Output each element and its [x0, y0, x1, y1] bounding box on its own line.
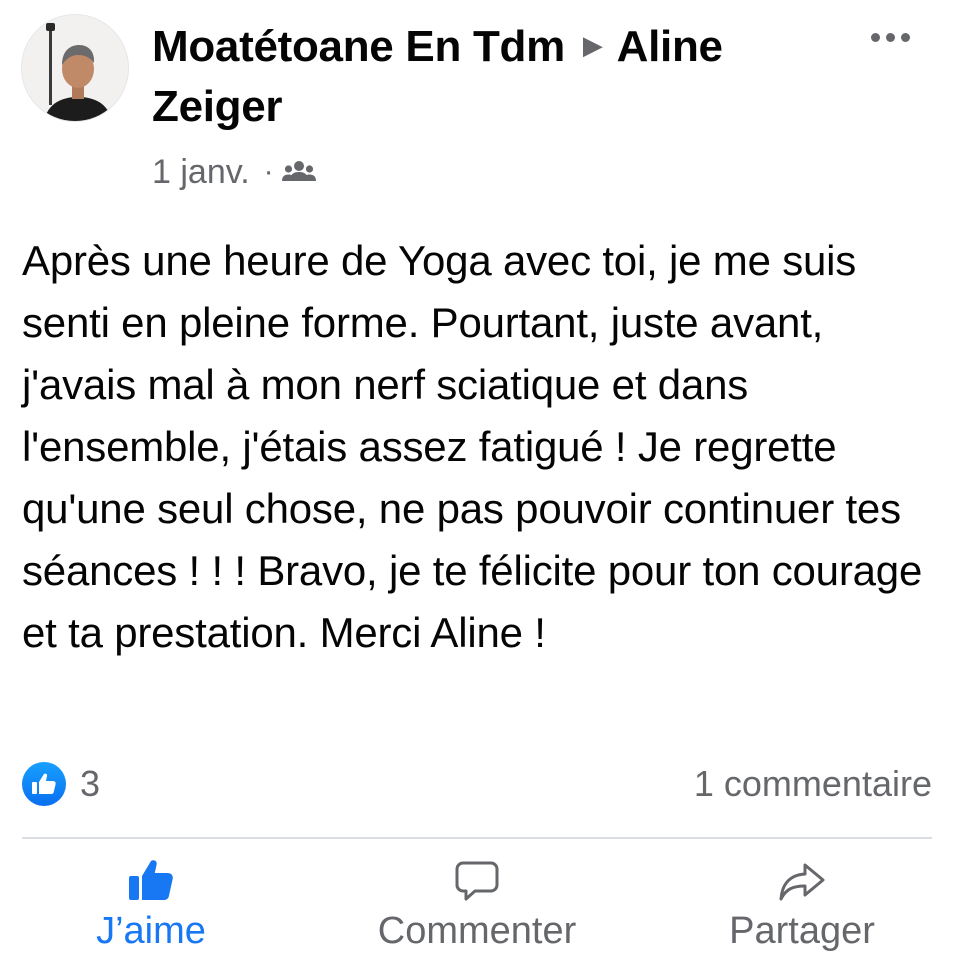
like-label: J’aime: [96, 910, 206, 952]
group-icon[interactable]: [281, 159, 316, 185]
like-button[interactable]: J’aime: [90, 848, 212, 953]
meta-separator: ·: [263, 155, 274, 188]
comments-count-link[interactable]: 1 commentaire: [694, 762, 932, 806]
author-avatar[interactable]: [21, 14, 129, 122]
facebook-post: Moatétoane En Tdm ▶ Aline Zeiger 1 janv. ·…: [0, 0, 964, 953]
post-meta: 1 janv. ·: [152, 150, 316, 194]
like-reaction-icon: [22, 762, 66, 806]
speech-bubble-icon: [455, 854, 499, 902]
more-dot-icon: [870, 32, 880, 42]
more-dot-icon: [885, 32, 895, 42]
comment-label: Commenter: [377, 910, 577, 952]
share-arrow-icon: [779, 854, 825, 902]
post-header-title: Moatétoane En Tdm ▶ Aline Zeiger: [152, 18, 832, 136]
more-options-button[interactable]: [862, 22, 918, 52]
comment-button[interactable]: Commenter: [368, 848, 586, 953]
triangle-right-icon: ▶: [582, 30, 603, 61]
post-date[interactable]: 1 janv.: [152, 153, 250, 192]
share-button[interactable]: Partager: [722, 848, 882, 953]
avatar-photo: [22, 15, 128, 121]
reactions-summary[interactable]: 3: [22, 762, 100, 806]
post-text: Après une heure de Yoga avec toi, je me …: [22, 237, 923, 656]
share-label: Partager: [729, 910, 875, 952]
thumbs-up-icon: [128, 854, 174, 902]
reaction-count: 3: [80, 763, 101, 804]
divider: [22, 837, 932, 839]
author-name[interactable]: Moatétoane En Tdm: [152, 22, 565, 71]
post-action-bar: J’aime Commenter Partager: [0, 848, 964, 953]
more-dot-icon: [900, 32, 910, 42]
